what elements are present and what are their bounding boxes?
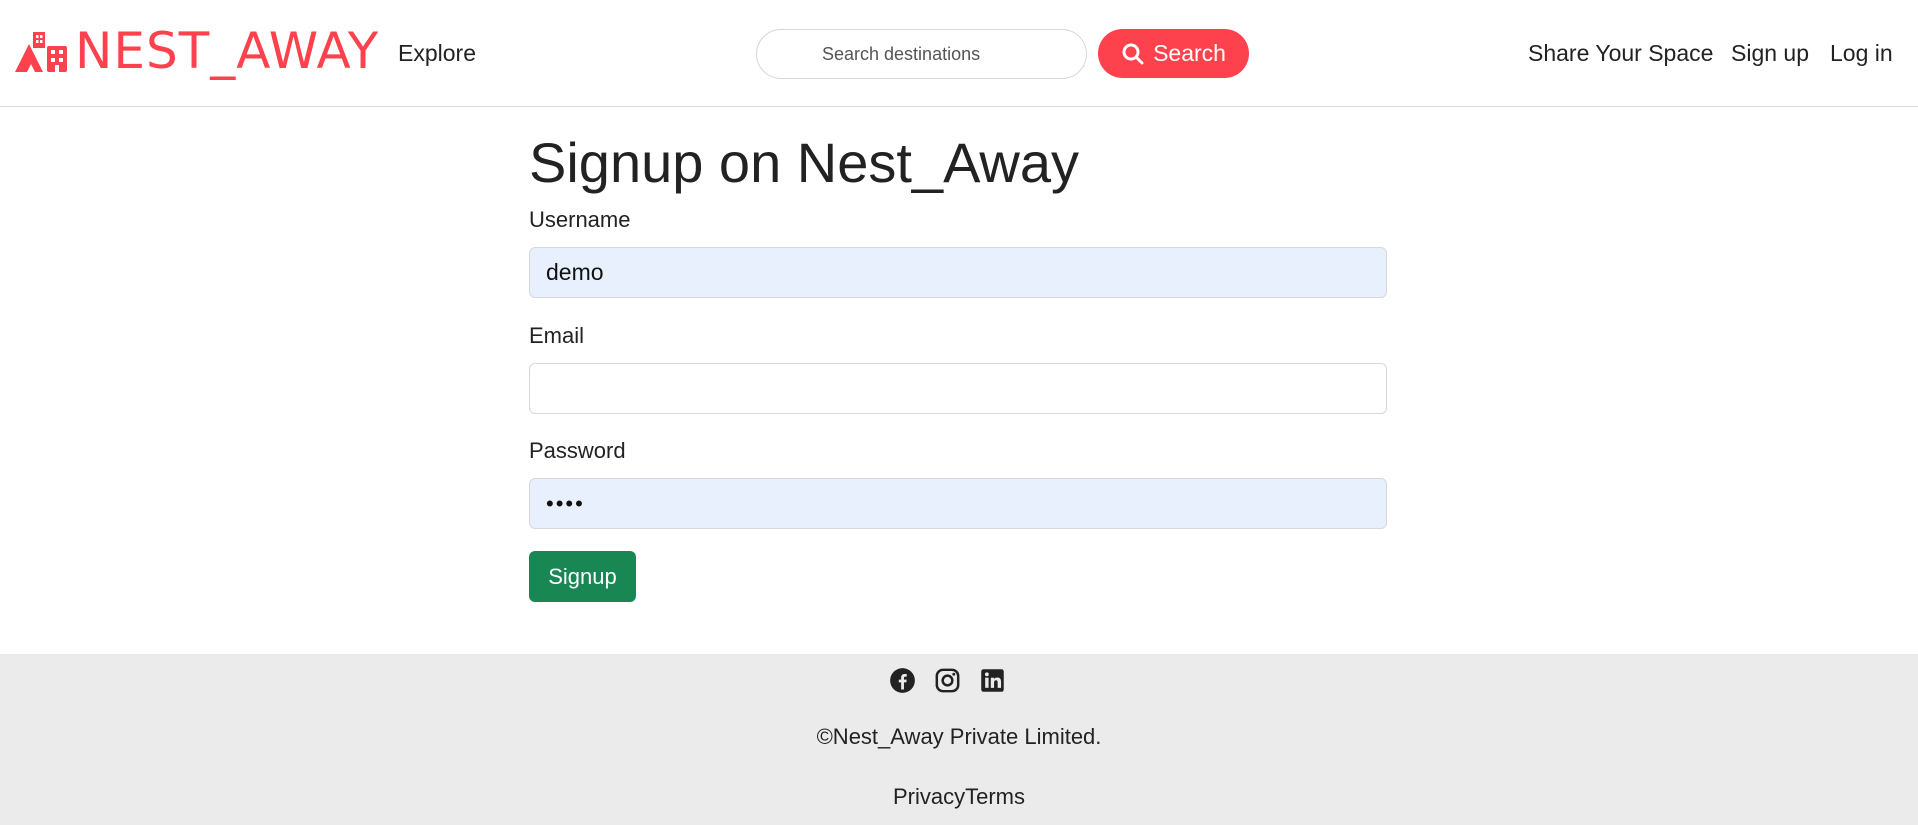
search-button-label: Search: [1153, 40, 1226, 66]
footer: ©Nest_Away Private Limited. PrivacyTerms: [0, 654, 1918, 825]
brand-name: NEST_AWAY: [75, 22, 380, 80]
signup-submit-button[interactable]: Signup: [529, 551, 636, 602]
facebook-icon[interactable]: [889, 667, 916, 694]
username-label: Username: [529, 207, 631, 232]
username-field[interactable]: [529, 247, 1387, 298]
search-input[interactable]: [756, 29, 1087, 79]
brand-logo[interactable]: NEST_AWAY: [13, 22, 380, 80]
email-field[interactable]: [529, 363, 1387, 414]
nav-explore-link[interactable]: Explore: [398, 40, 476, 67]
nav-share-your-space-link[interactable]: Share Your Space: [1528, 40, 1713, 67]
instagram-icon[interactable]: [934, 667, 961, 694]
social-links: [889, 667, 1006, 694]
terms-link[interactable]: Terms: [965, 784, 1025, 809]
email-label: Email: [529, 323, 585, 348]
copyright-text: ©Nest_Away Private Limited.: [816, 724, 1102, 749]
password-field[interactable]: [529, 478, 1387, 529]
nav-signup-link[interactable]: Sign up: [1731, 40, 1809, 67]
footer-links: PrivacyTerms: [0, 784, 1918, 810]
city-buildings-icon: [15, 32, 67, 72]
nav-login-link[interactable]: Log in: [1830, 40, 1893, 67]
search-button[interactable]: Search: [1098, 29, 1249, 78]
linkedin-icon[interactable]: [979, 667, 1006, 694]
password-label: Password: [529, 438, 626, 463]
page-title: Signup on Nest_Away: [529, 131, 1079, 194]
navbar: NEST_AWAY Explore Search Share Your Spac…: [0, 0, 1918, 107]
privacy-link[interactable]: Privacy: [893, 784, 965, 809]
search-icon: [1122, 43, 1144, 64]
